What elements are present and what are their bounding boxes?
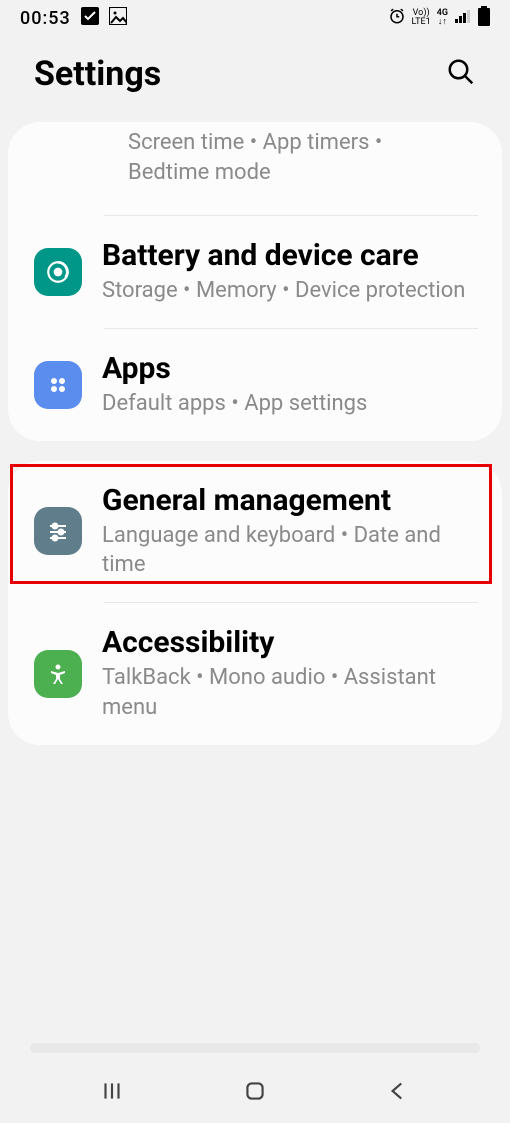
- back-button[interactable]: [385, 1078, 411, 1108]
- row-title: Accessibility: [102, 625, 478, 661]
- settings-row-general-management[interactable]: General management Language and keyboard…: [8, 461, 502, 602]
- status-time: 00:53: [20, 8, 71, 29]
- row-subtitle: Language and keyboard • Date and time: [102, 521, 478, 580]
- checkbox-icon: [81, 7, 99, 30]
- accessibility-icon: [34, 650, 82, 698]
- settings-card: General management Language and keyboard…: [8, 461, 502, 745]
- nav-bar: [0, 1063, 510, 1123]
- home-button[interactable]: [242, 1078, 268, 1108]
- row-title: Apps: [102, 351, 478, 387]
- status-right: Vo)) LTE1 4G ↓↑: [388, 6, 490, 31]
- settings-row-accessibility[interactable]: Accessibility TalkBack • Mono audio • As…: [8, 603, 502, 744]
- row-subtitle: Default apps • App settings: [102, 389, 478, 419]
- device-care-icon: [34, 248, 82, 296]
- row-subtitle: TalkBack • Mono audio • Assistant menu: [102, 663, 478, 722]
- apps-icon: [34, 361, 82, 409]
- volte-indicator: Vo)) LTE1: [412, 9, 431, 27]
- row-subtitle: Screen time • App timers • Bedtime mode: [128, 128, 454, 187]
- settings-row-digital-wellbeing[interactable]: Screen time • App timers • Bedtime mode: [8, 122, 502, 215]
- settings-card: Screen time • App timers • Bedtime mode …: [8, 122, 502, 441]
- row-title: General management: [102, 483, 478, 519]
- battery-icon: [478, 6, 490, 31]
- general-management-icon: [34, 507, 82, 555]
- page-title: Settings: [34, 54, 161, 94]
- settings-header: Settings: [0, 36, 510, 122]
- alarm-icon: [388, 7, 406, 30]
- status-bar: 00:53 Vo)) LTE1 4G ↓↑: [0, 0, 510, 36]
- settings-row-battery-device-care[interactable]: Battery and device care Storage • Memory…: [8, 216, 502, 328]
- status-left: 00:53: [20, 7, 127, 30]
- row-subtitle: Storage • Memory • Device protection: [102, 276, 478, 306]
- recents-button[interactable]: [99, 1078, 125, 1108]
- row-title: Battery and device care: [102, 238, 478, 274]
- signal-icon: [454, 7, 472, 30]
- network-gen: 4G ↓↑: [437, 9, 448, 27]
- search-icon[interactable]: [446, 57, 476, 91]
- settings-row-apps[interactable]: Apps Default apps • App settings: [8, 329, 502, 441]
- scrollbar-track: [30, 1043, 480, 1053]
- image-icon: [109, 7, 127, 30]
